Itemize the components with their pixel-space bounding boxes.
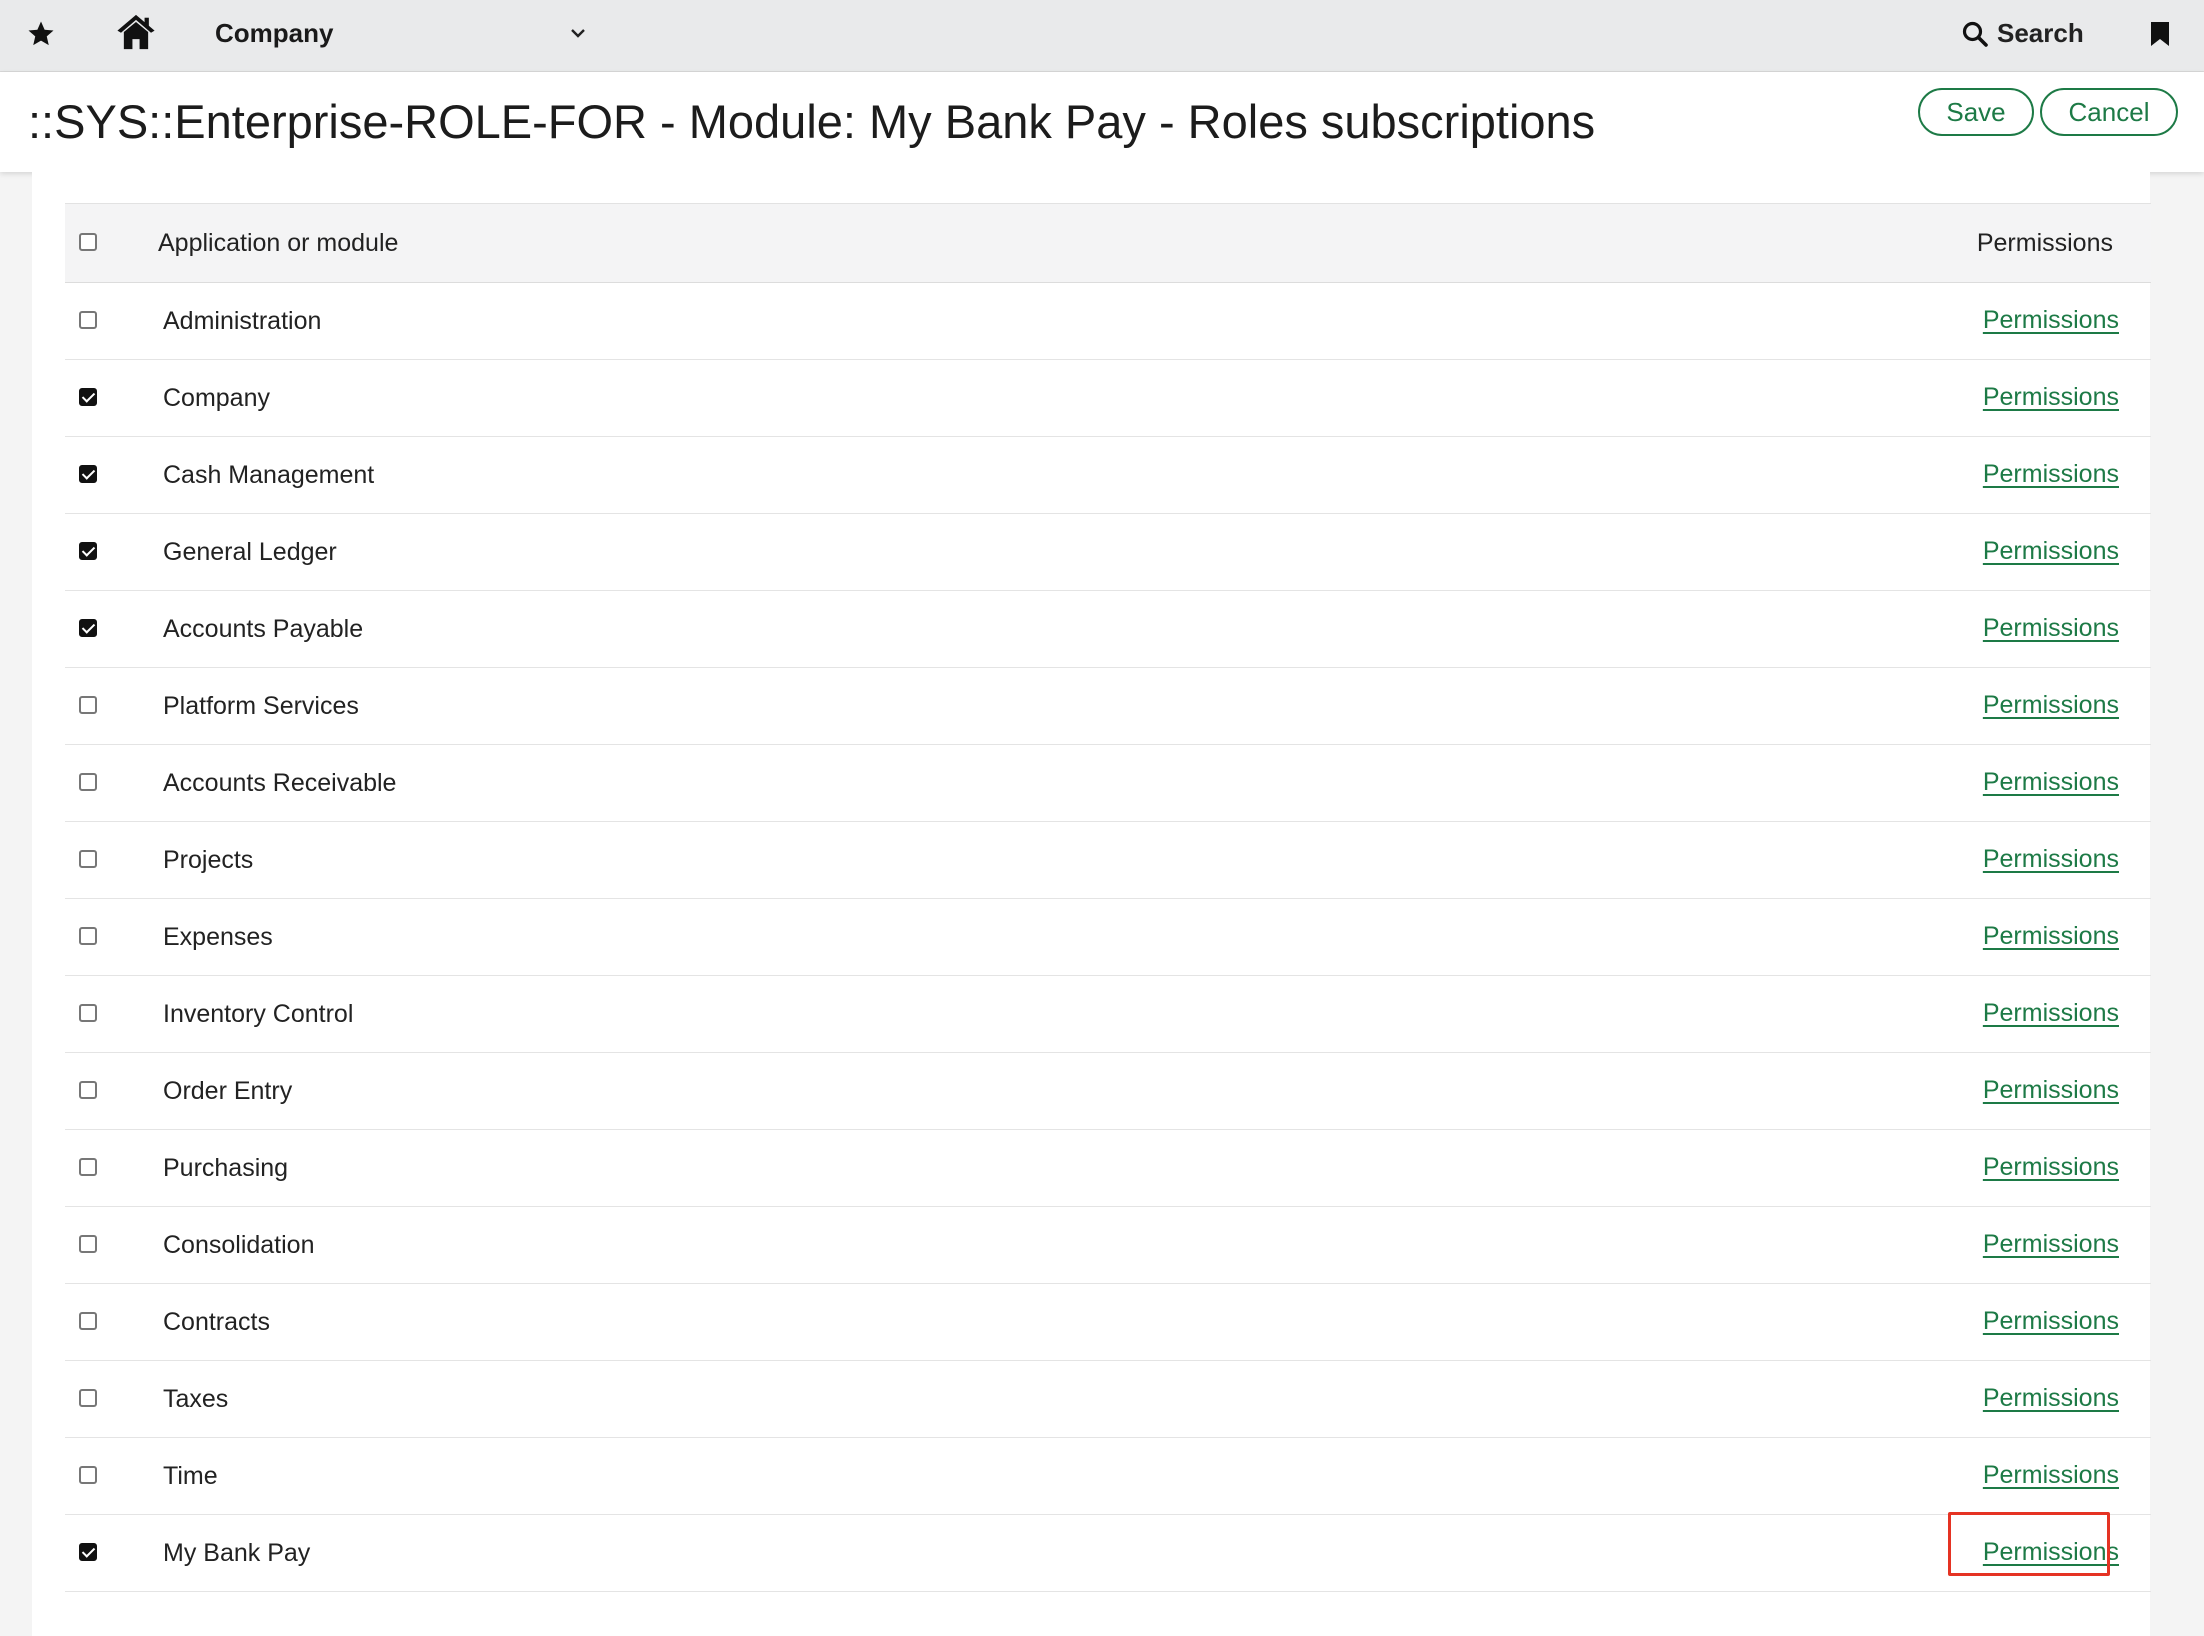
permissions-link[interactable]: Permissions — [1983, 1153, 2119, 1182]
table-row: My Bank Pay Permissions — [65, 1515, 2151, 1592]
module-name: Accounts Receivable — [163, 769, 397, 797]
module-name: Platform Services — [163, 692, 359, 720]
content-panel: Application or module Permissions Admini… — [32, 172, 2151, 1636]
module-name: Consolidation — [163, 1231, 315, 1259]
permissions-link[interactable]: Permissions — [1983, 460, 2119, 489]
home-icon[interactable] — [116, 13, 156, 51]
permissions-link[interactable]: Permissions — [1983, 1230, 2119, 1259]
permissions-link[interactable]: Permissions — [1983, 614, 2119, 643]
search-button-label[interactable]: Search — [1997, 18, 2084, 49]
bookmark-icon[interactable] — [2150, 21, 2170, 47]
permissions-link[interactable]: Permissions — [1983, 1384, 2119, 1413]
table-row: Order Entry Permissions — [65, 1053, 2151, 1130]
row-checkbox[interactable] — [79, 1158, 97, 1176]
permissions-link[interactable]: Permissions — [1983, 999, 2119, 1028]
highlight-box — [1948, 1512, 2110, 1576]
star-icon[interactable] — [26, 19, 56, 49]
page-title: ::SYS::Enterprise-ROLE-FOR - Module: My … — [28, 95, 1596, 148]
table-row: Contracts Permissions — [65, 1284, 2151, 1361]
row-checkbox[interactable] — [79, 1466, 97, 1484]
table-row: General Ledger Permissions — [65, 514, 2151, 591]
table-row: Accounts Receivable Permissions — [65, 745, 2151, 822]
module-name: General Ledger — [163, 538, 337, 566]
module-name: Administration — [163, 307, 322, 335]
permissions-link[interactable]: Permissions — [1983, 537, 2119, 566]
permissions-link[interactable]: Permissions — [1983, 1461, 2119, 1490]
permissions-link[interactable]: Permissions — [1983, 691, 2119, 720]
table-row: Projects Permissions — [65, 822, 2151, 899]
module-name: Expenses — [163, 923, 273, 951]
module-name: Taxes — [163, 1385, 229, 1413]
module-name: Projects — [163, 846, 254, 874]
row-checkbox[interactable] — [79, 1235, 97, 1253]
module-name: My Bank Pay — [163, 1539, 311, 1567]
subscriptions-table: Application or module Permissions Admini… — [65, 203, 2151, 1592]
row-checkbox[interactable] — [79, 619, 97, 637]
module-name: Time — [163, 1462, 218, 1490]
column-header-permissions: Permissions — [1976, 229, 2113, 257]
table-row: Expenses Permissions — [65, 899, 2151, 976]
table-row: Platform Services Permissions — [65, 668, 2151, 745]
row-checkbox[interactable] — [79, 1312, 97, 1330]
permissions-link[interactable]: Permissions — [1983, 845, 2119, 874]
permissions-link[interactable]: Permissions — [1983, 1076, 2119, 1105]
table-row: Company Permissions — [65, 360, 2151, 437]
chevron-down-icon[interactable] — [568, 26, 588, 40]
row-checkbox[interactable] — [79, 465, 97, 483]
table-row: Taxes Permissions — [65, 1361, 2151, 1438]
permissions-link[interactable]: Permissions — [1983, 1307, 2119, 1336]
table-row: Cash Management Permissions — [65, 437, 2151, 514]
module-name: Purchasing — [163, 1154, 289, 1182]
module-name: Accounts Payable — [163, 615, 364, 643]
row-checkbox[interactable] — [79, 696, 97, 714]
table-row: Time Permissions — [65, 1438, 2151, 1515]
row-checkbox[interactable] — [79, 1543, 97, 1561]
table-row: Purchasing Permissions — [65, 1130, 2151, 1207]
top-navigation-bar: Company Search — [0, 0, 2204, 72]
row-checkbox[interactable] — [79, 850, 97, 868]
cancel-button[interactable]: Cancel — [2040, 88, 2178, 136]
module-name: Company — [163, 384, 270, 412]
row-checkbox[interactable] — [79, 773, 97, 791]
module-name: Contracts — [163, 1308, 270, 1336]
search-icon[interactable] — [1962, 21, 1988, 47]
table-body: Administration Permissions Company Permissi… — [65, 283, 2151, 1592]
page-header: ::SYS::Enterprise-ROLE-FOR - Module: My … — [0, 72, 2204, 172]
permissions-link[interactable]: Permissions — [1983, 768, 2119, 797]
save-button[interactable]: Save — [1918, 88, 2034, 136]
row-checkbox[interactable] — [79, 1081, 97, 1099]
permissions-link[interactable]: Permissions — [1983, 922, 2119, 951]
row-checkbox[interactable] — [79, 1004, 97, 1022]
row-checkbox[interactable] — [79, 927, 97, 945]
row-checkbox[interactable] — [79, 542, 97, 560]
table-header: Application or module Permissions — [65, 203, 2151, 283]
module-name: Order Entry — [163, 1077, 293, 1105]
module-name: Cash Management — [163, 461, 375, 489]
permissions-link[interactable]: Permissions — [1983, 306, 2119, 335]
table-row: Administration Permissions — [65, 283, 2151, 360]
row-checkbox[interactable] — [79, 388, 97, 406]
column-header-module: Application or module — [158, 229, 399, 257]
table-row: Accounts Payable Permissions — [65, 591, 2151, 668]
module-menu-label[interactable]: Company — [215, 18, 333, 49]
table-row: Consolidation Permissions — [65, 1207, 2151, 1284]
module-name: Inventory Control — [163, 1000, 354, 1028]
row-checkbox[interactable] — [79, 1389, 97, 1407]
permissions-link[interactable]: Permissions — [1983, 383, 2119, 412]
select-all-checkbox[interactable] — [79, 233, 97, 251]
row-checkbox[interactable] — [79, 311, 97, 329]
table-row: Inventory Control Permissions — [65, 976, 2151, 1053]
